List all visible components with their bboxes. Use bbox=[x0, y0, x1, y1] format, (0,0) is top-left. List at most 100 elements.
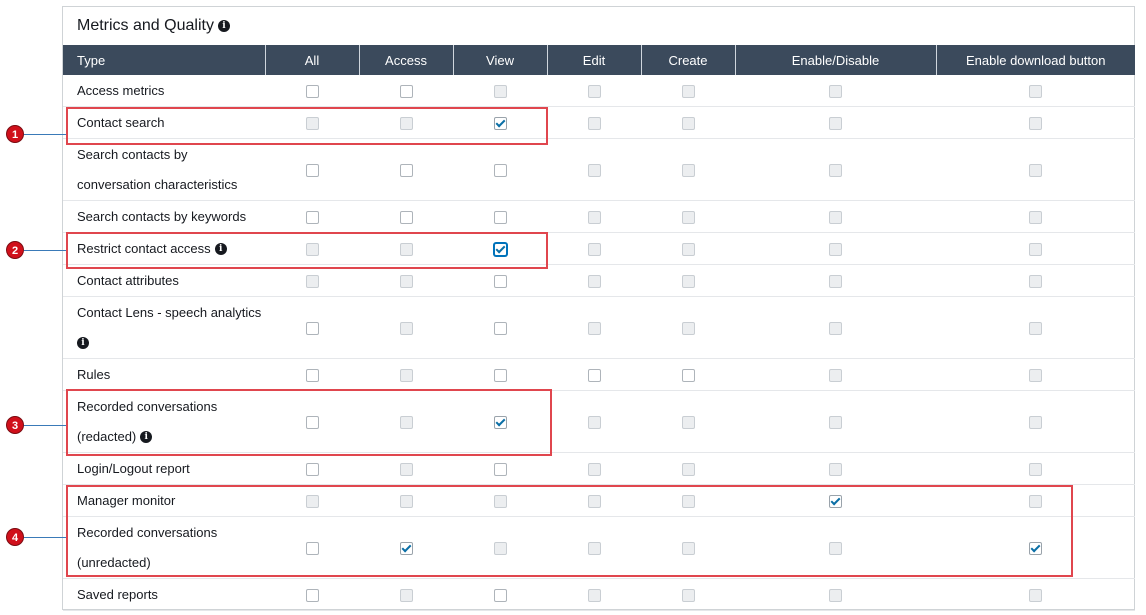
checkbox-all[interactable] bbox=[305, 589, 319, 603]
table-row: Rules bbox=[63, 358, 1135, 391]
row-label: Search contacts by keywords bbox=[63, 200, 265, 233]
permission-cell bbox=[735, 200, 936, 233]
checkbox-edit bbox=[587, 211, 601, 225]
checkbox-all[interactable] bbox=[305, 85, 319, 99]
table-row: Manager monitor bbox=[63, 484, 1135, 517]
checkbox-edit[interactable] bbox=[587, 369, 601, 383]
checkbox-all[interactable] bbox=[305, 416, 319, 430]
permission-cell bbox=[453, 200, 547, 233]
permission-cell bbox=[265, 232, 359, 265]
row-label-text: Access metrics bbox=[77, 82, 165, 98]
checkbox-access[interactable] bbox=[399, 211, 413, 225]
checkbox-view[interactable] bbox=[493, 463, 507, 477]
row-label-text: (redacted) bbox=[77, 428, 137, 444]
permission-cell bbox=[547, 264, 641, 297]
info-icon[interactable]: i bbox=[214, 243, 227, 256]
permission-cell bbox=[641, 75, 735, 107]
info-icon[interactable]: i bbox=[77, 337, 89, 350]
checkbox-enable-disable bbox=[829, 275, 842, 289]
table-row: Access metrics bbox=[63, 75, 1135, 107]
info-icon[interactable]: i bbox=[140, 431, 153, 444]
checkbox-view[interactable] bbox=[493, 416, 507, 430]
permission-cell bbox=[641, 452, 735, 485]
checkbox-access[interactable] bbox=[399, 542, 413, 556]
column-header-enable-disable: Enable/Disable bbox=[735, 45, 937, 75]
permission-cell bbox=[735, 106, 936, 139]
checkbox-all[interactable] bbox=[305, 211, 319, 225]
checkbox-view[interactable] bbox=[493, 589, 507, 603]
row-label-text: Search contacts by bbox=[77, 146, 188, 162]
row-label-text: (unredacted) bbox=[77, 554, 151, 570]
permission-cell bbox=[265, 296, 359, 359]
checkbox-all[interactable] bbox=[305, 369, 319, 383]
info-icon[interactable]: i bbox=[217, 19, 230, 32]
checkbox-all bbox=[305, 117, 319, 131]
row-label: Contact attributes bbox=[63, 264, 265, 297]
permission-cell bbox=[641, 296, 735, 359]
permission-cell bbox=[453, 452, 547, 485]
checkbox-view[interactable] bbox=[493, 243, 507, 257]
permission-cell bbox=[735, 75, 936, 107]
row-label: Contact search bbox=[63, 106, 265, 139]
row-label-text: Recorded conversations bbox=[77, 398, 218, 414]
checkbox-access[interactable] bbox=[399, 85, 413, 99]
checkbox-all[interactable] bbox=[305, 542, 319, 556]
checkbox-access bbox=[399, 322, 413, 336]
permission-cell bbox=[547, 390, 641, 453]
permission-cell bbox=[453, 390, 547, 453]
row-label: Restrict contact access i bbox=[63, 232, 265, 265]
checkbox-all bbox=[305, 275, 319, 289]
permission-cell bbox=[641, 516, 735, 579]
checkbox-view[interactable] bbox=[493, 275, 507, 289]
row-label-text: Saved reports bbox=[77, 586, 158, 602]
row-label-text: Contact attributes bbox=[77, 272, 179, 288]
permission-cell bbox=[936, 358, 1135, 391]
row-label-text: Restrict contact access bbox=[77, 240, 211, 256]
table-row: Saved reports bbox=[63, 578, 1135, 611]
checkbox-create bbox=[681, 322, 695, 336]
row-label-text: Rules bbox=[77, 366, 111, 382]
checkbox-access bbox=[399, 589, 413, 603]
checkbox-view[interactable] bbox=[493, 211, 507, 225]
table-row: Search contacts by conversation character… bbox=[63, 138, 1135, 201]
table-row: Login/Logout report bbox=[63, 452, 1135, 485]
column-header-create: Create bbox=[641, 45, 736, 75]
checkbox-enable-download-button bbox=[1029, 463, 1042, 477]
row-label-text: Manager monitor bbox=[77, 492, 176, 508]
checkbox-all[interactable] bbox=[305, 322, 319, 336]
row-label: Login/Logout report bbox=[63, 452, 265, 485]
checkbox-view[interactable] bbox=[493, 322, 507, 336]
checkbox-create bbox=[681, 275, 695, 289]
permission-cell bbox=[265, 390, 359, 453]
checkbox-create bbox=[681, 495, 695, 509]
permission-cell bbox=[641, 138, 735, 201]
permission-cell bbox=[453, 264, 547, 297]
checkbox-enable-disable bbox=[829, 164, 842, 178]
permission-cell bbox=[453, 358, 547, 391]
table-row: Contact Lens - speech analytics i bbox=[63, 296, 1135, 359]
permission-cell bbox=[641, 264, 735, 297]
checkbox-enable-download-button[interactable] bbox=[1029, 542, 1042, 556]
permission-cell bbox=[547, 232, 641, 265]
checkbox-edit bbox=[587, 542, 601, 556]
checkbox-enable-disable[interactable] bbox=[829, 495, 842, 509]
permission-cell bbox=[936, 578, 1135, 611]
permission-cell bbox=[359, 264, 453, 297]
checkbox-view[interactable] bbox=[493, 117, 507, 131]
checkbox-all[interactable] bbox=[305, 463, 319, 477]
permission-cell bbox=[936, 264, 1135, 297]
permission-cell bbox=[936, 516, 1135, 579]
permission-cell bbox=[359, 75, 453, 107]
checkbox-access[interactable] bbox=[399, 164, 413, 178]
checkbox-view[interactable] bbox=[493, 164, 507, 178]
checkbox-enable-download-button bbox=[1029, 322, 1042, 336]
row-label: Manager monitor bbox=[63, 484, 265, 517]
checkbox-edit bbox=[587, 243, 601, 257]
checkbox-all[interactable] bbox=[305, 164, 319, 178]
checkbox-edit bbox=[587, 85, 601, 99]
checkbox-view[interactable] bbox=[493, 369, 507, 383]
permissions-table: Type All Access View Edit Create Enable/Disabl… bbox=[63, 45, 1135, 611]
table-row: Recorded conversations (unredacted) bbox=[63, 516, 1135, 579]
permission-cell bbox=[547, 358, 641, 391]
checkbox-create[interactable] bbox=[681, 369, 695, 383]
